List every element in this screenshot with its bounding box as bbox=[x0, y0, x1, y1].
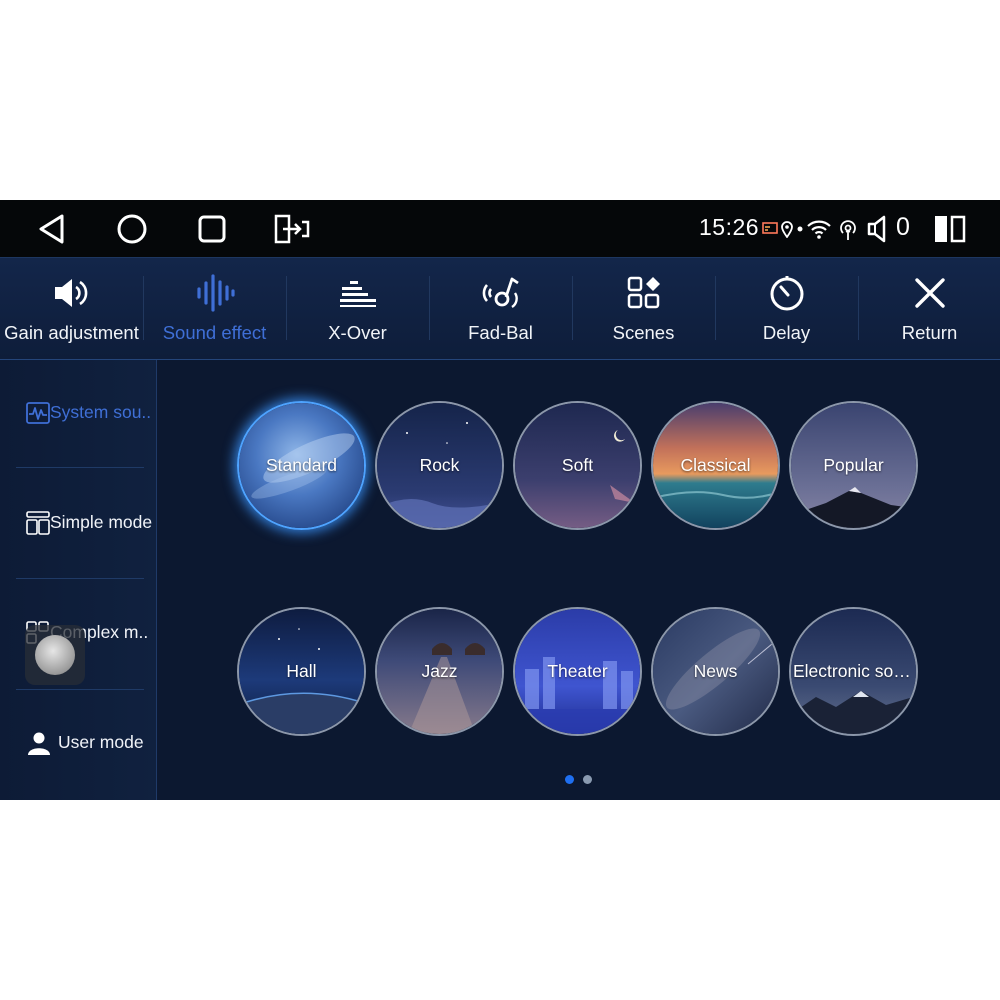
speaker-icon bbox=[54, 279, 87, 307]
tile-label: Popular bbox=[823, 455, 884, 475]
sidebar-item-system-sound[interactable]: System sou.. bbox=[0, 360, 156, 470]
sidebar-item-label: Simple mode bbox=[50, 512, 153, 532]
effect-tile-standard[interactable]: Standard bbox=[237, 401, 366, 530]
tile-label: Hall bbox=[286, 661, 317, 681]
tile-label: News bbox=[693, 661, 738, 681]
effect-tile-popular[interactable]: Popular bbox=[789, 401, 918, 530]
effect-tile-jazz[interactable]: Jazz bbox=[375, 607, 504, 736]
simple-mode-icon bbox=[26, 511, 50, 535]
home-button[interactable] bbox=[110, 208, 154, 250]
effect-tile-hall[interactable]: Hall bbox=[237, 607, 366, 736]
home-circle-icon bbox=[117, 214, 147, 244]
sidebar-item-simple-mode[interactable]: Simple mode bbox=[0, 470, 156, 580]
scenes-grid-icon bbox=[627, 276, 660, 309]
user-icon bbox=[28, 732, 50, 755]
recents-button[interactable] bbox=[190, 208, 234, 250]
tile-label: Classical bbox=[680, 455, 751, 475]
audio-toolbar: Gain adjustment Sound effect X-Over Fad-… bbox=[0, 257, 1000, 360]
back-button[interactable] bbox=[30, 208, 74, 250]
effect-tile-rock[interactable]: Rock bbox=[375, 401, 504, 530]
tab-sound-effect[interactable]: Sound effect bbox=[143, 258, 286, 359]
screen-switch-button[interactable] bbox=[270, 208, 314, 250]
back-triangle-icon bbox=[39, 214, 64, 244]
clock: 15:26 bbox=[699, 214, 760, 240]
cast-icon bbox=[762, 214, 778, 244]
dot-icon bbox=[797, 214, 803, 244]
return-button[interactable]: Return bbox=[858, 258, 1000, 359]
effect-tile-news[interactable]: News bbox=[651, 607, 780, 736]
sidebar-item-user-mode[interactable]: User mode bbox=[0, 690, 156, 800]
fader-balance-icon bbox=[482, 277, 519, 309]
tab-scenes[interactable]: Scenes bbox=[572, 258, 715, 359]
tab-label: Scenes bbox=[612, 322, 675, 343]
equalizer-bars-icon bbox=[339, 281, 376, 307]
effect-tile-classical[interactable]: Classical bbox=[651, 401, 780, 530]
sidebar-item-label: User mode bbox=[58, 732, 144, 752]
waveform-box-icon bbox=[26, 402, 50, 424]
timer-icon bbox=[770, 276, 803, 311]
recents-square-icon bbox=[198, 215, 226, 243]
car-head-unit-screen: 15:26 0 Gain adjustment Sound effect X-O… bbox=[0, 200, 1000, 800]
effect-tile-soft[interactable]: Soft bbox=[513, 401, 642, 530]
split-screen-icon[interactable] bbox=[934, 214, 966, 244]
volume-icon[interactable] bbox=[866, 214, 894, 244]
tab-delay[interactable]: Delay bbox=[715, 258, 858, 359]
effect-tile-electronic-sound[interactable]: Electronic soun.. bbox=[789, 607, 918, 736]
tab-label: Gain adjustment bbox=[4, 322, 139, 343]
radio-signal-icon bbox=[836, 214, 860, 244]
location-icon bbox=[780, 214, 794, 244]
sidebar: System sou.. Simple mode Complex m.. Use… bbox=[0, 360, 157, 800]
screen-switch-icon bbox=[274, 214, 310, 244]
divider bbox=[16, 578, 144, 579]
sidebar-item-label: System sou.. bbox=[50, 402, 152, 422]
tile-label: Theater bbox=[547, 661, 608, 681]
tab-label: X-Over bbox=[328, 322, 387, 343]
assistive-ball-icon bbox=[35, 635, 75, 675]
close-icon bbox=[914, 278, 945, 308]
tab-label: Delay bbox=[762, 322, 811, 343]
page-indicator-2[interactable] bbox=[583, 775, 592, 784]
tile-label: Electronic soun.. bbox=[793, 661, 916, 681]
wifi-icon bbox=[806, 214, 832, 244]
status-bar: 15:26 0 bbox=[0, 200, 1000, 257]
divider bbox=[16, 467, 144, 468]
tile-label: Standard bbox=[265, 455, 338, 475]
tab-label: Return bbox=[901, 322, 958, 343]
tile-label: Jazz bbox=[421, 661, 458, 681]
tile-label: Soft bbox=[561, 455, 594, 475]
tab-gain-adjustment[interactable]: Gain adjustment bbox=[0, 258, 143, 359]
tab-label: Fad-Bal bbox=[468, 322, 533, 343]
volume-level: 0 bbox=[896, 213, 910, 241]
effect-tile-theater[interactable]: Theater bbox=[513, 607, 642, 736]
tile-label: Rock bbox=[419, 455, 460, 475]
tab-x-over[interactable]: X-Over bbox=[286, 258, 429, 359]
tab-label: Sound effect bbox=[162, 322, 267, 343]
floating-assistive-button[interactable] bbox=[25, 625, 85, 685]
page-indicator-1[interactable] bbox=[565, 775, 574, 784]
tab-fad-bal[interactable]: Fad-Bal bbox=[429, 258, 572, 359]
waveform-icon bbox=[196, 274, 235, 312]
